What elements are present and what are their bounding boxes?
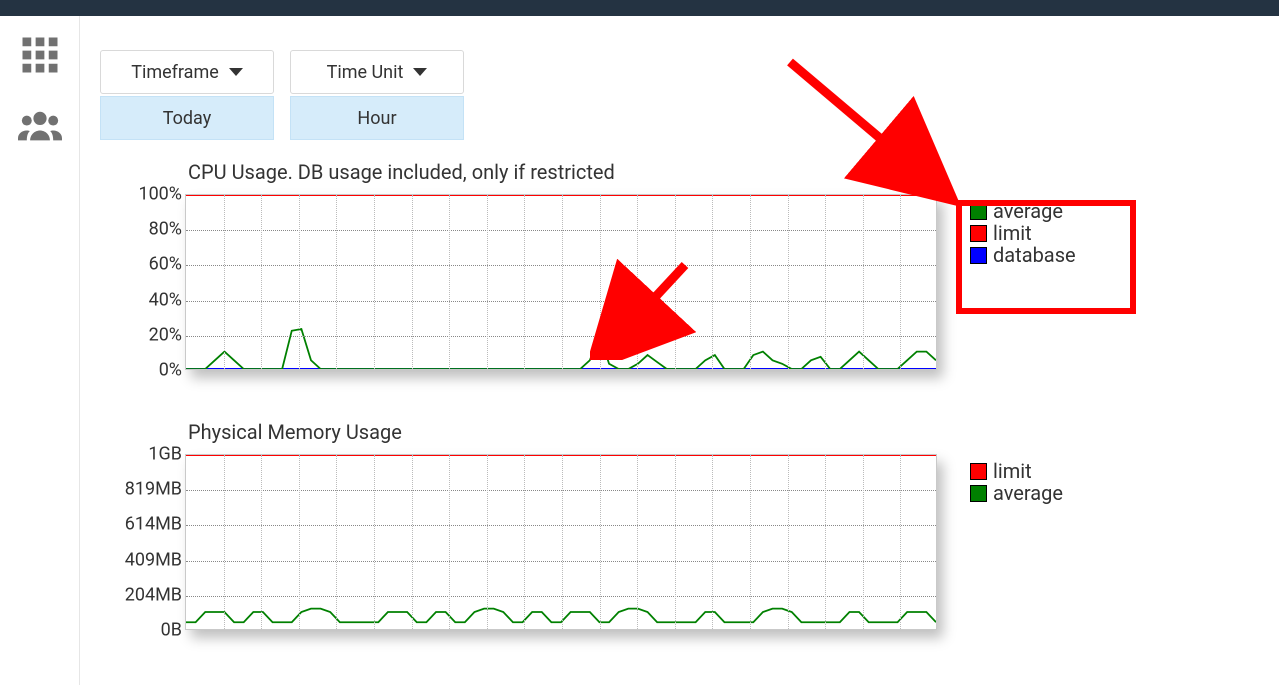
y-axis-tick: 409MB <box>125 549 182 570</box>
legend-label: limit <box>993 460 1032 482</box>
timeframe-dropdown-label: Timeframe <box>131 62 219 83</box>
y-axis-tick: 40% <box>149 289 182 310</box>
chart-title: Physical Memory Usage <box>188 420 402 444</box>
timeunit-dropdown[interactable]: Time Unit <box>290 50 464 94</box>
timeframe-dropdown[interactable]: Timeframe <box>100 50 274 94</box>
legend-label: average <box>993 482 1063 504</box>
caret-down-icon <box>229 68 243 76</box>
y-axis-tick: 204MB <box>125 584 182 605</box>
y-axis-tick: 614MB <box>125 514 182 535</box>
y-axis-tick: 60% <box>149 254 182 275</box>
annotation-highlight-box <box>956 200 1136 314</box>
chart-title: CPU Usage. DB usage included, only if re… <box>188 160 615 184</box>
controls-row: Timeframe Today Time Unit Hour <box>100 50 1279 140</box>
y-axis-tick: 0B <box>161 620 182 641</box>
legend-item: average <box>970 482 1063 504</box>
y-axis-tick: 100% <box>138 184 182 205</box>
timeunit-dropdown-label: Time Unit <box>327 62 404 83</box>
y-axis-tick: 20% <box>149 324 182 345</box>
y-axis-tick: 819MB <box>125 479 182 500</box>
sidebar <box>0 16 80 685</box>
top-bar <box>0 0 1279 16</box>
main-content: Timeframe Today Time Unit Hour CPU Usage… <box>100 50 1279 660</box>
chart-plot-area <box>185 454 937 630</box>
timeframe-value[interactable]: Today <box>100 96 274 140</box>
chart-legend: limitaverage <box>970 460 1063 504</box>
y-axis-tick: 80% <box>149 219 182 240</box>
grid-apps-icon[interactable] <box>19 34 61 80</box>
y-axis-tick: 0% <box>159 360 182 381</box>
users-icon[interactable] <box>18 108 62 146</box>
memory-usage-chart: Physical Memory Usage limitaverage 1GB 81… <box>100 420 1279 660</box>
y-axis-tick: 1GB <box>148 444 182 465</box>
legend-item: limit <box>970 460 1063 482</box>
legend-swatch <box>970 463 987 480</box>
chart-plot-area <box>185 194 937 370</box>
timeunit-value[interactable]: Hour <box>290 96 464 140</box>
caret-down-icon <box>413 68 427 76</box>
legend-swatch <box>970 485 987 502</box>
